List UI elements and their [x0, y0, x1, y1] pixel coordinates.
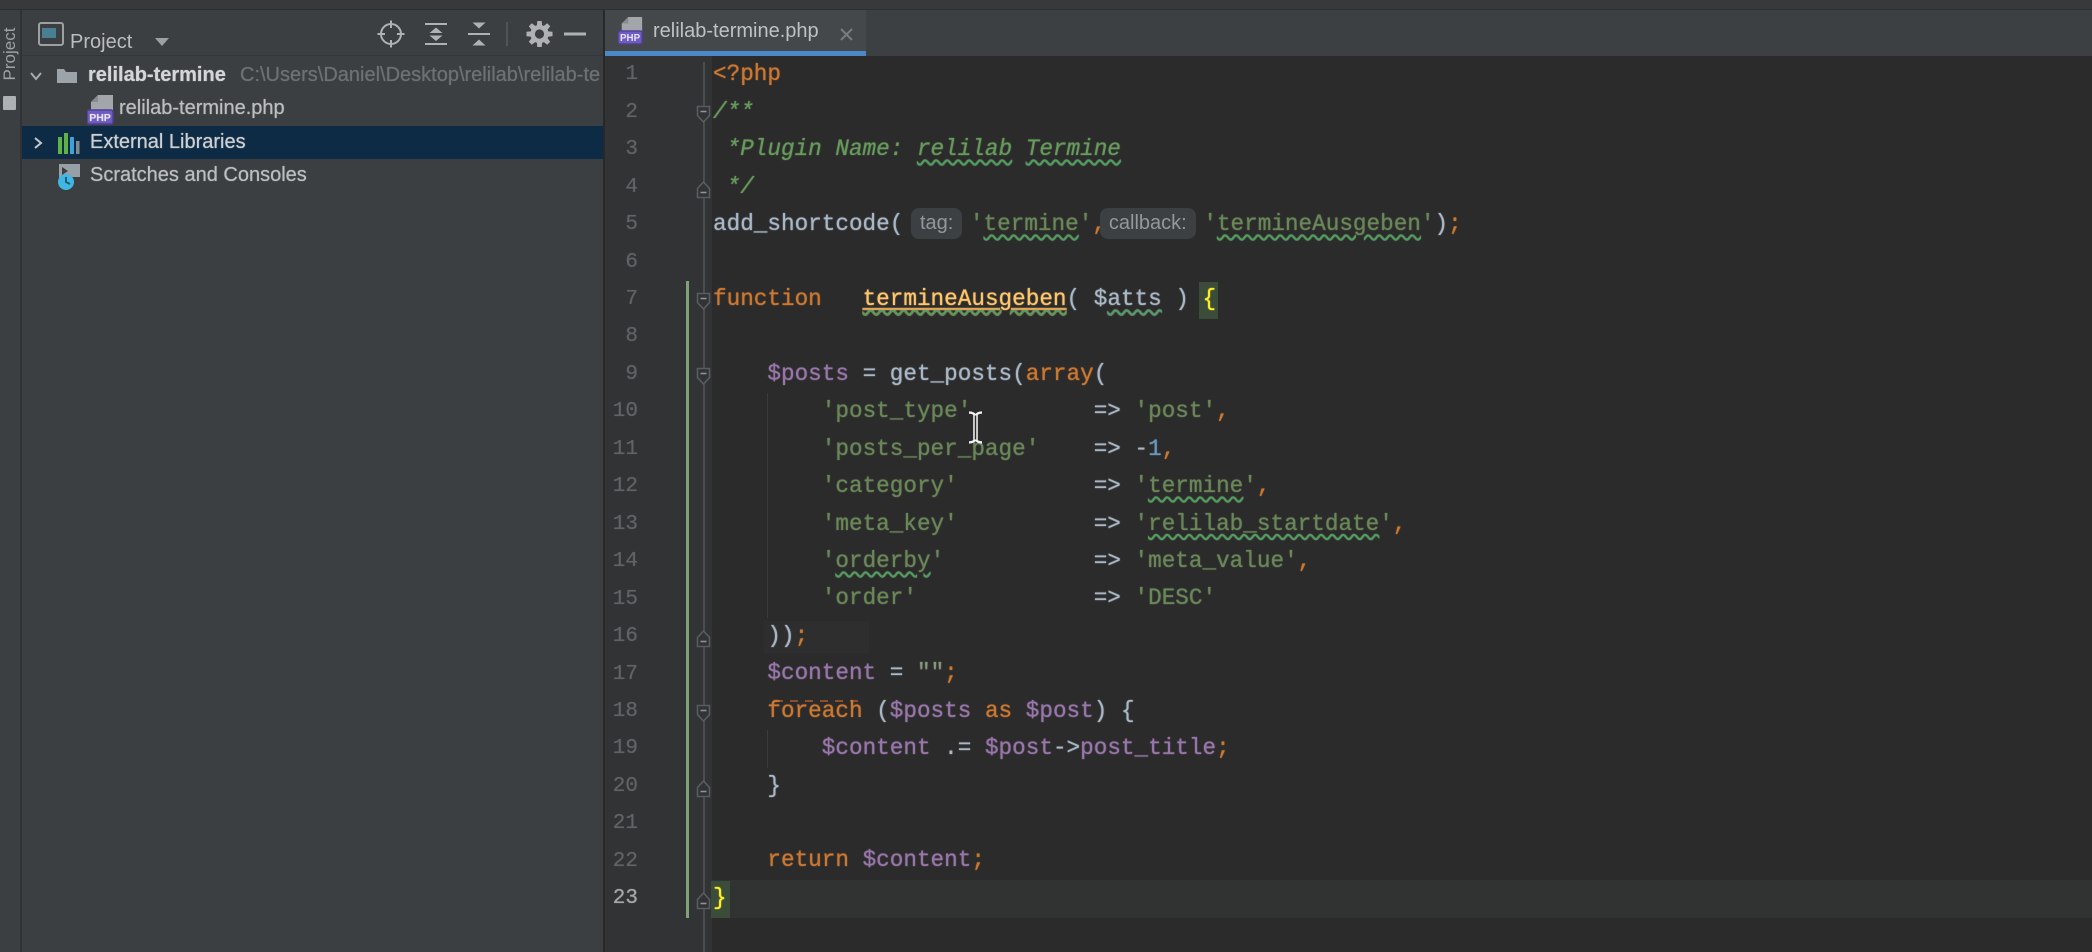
svg-text:PHP: PHP: [620, 33, 641, 44]
svg-text:PHP: PHP: [89, 112, 111, 124]
